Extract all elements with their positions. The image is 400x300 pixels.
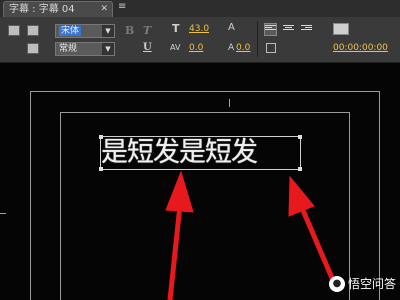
- paw-logo-icon: ●: [328, 276, 345, 292]
- arrow-right-head: [288, 175, 315, 217]
- arrow-left-shaft: [167, 204, 183, 300]
- watermark-text: 悟空问答: [347, 276, 396, 291]
- arrow-left-head: [165, 170, 194, 213]
- watermark: ● 悟空问答: [328, 275, 396, 292]
- annotation-arrows: [165, 170, 338, 300]
- arrow-right-shaft: [299, 207, 338, 286]
